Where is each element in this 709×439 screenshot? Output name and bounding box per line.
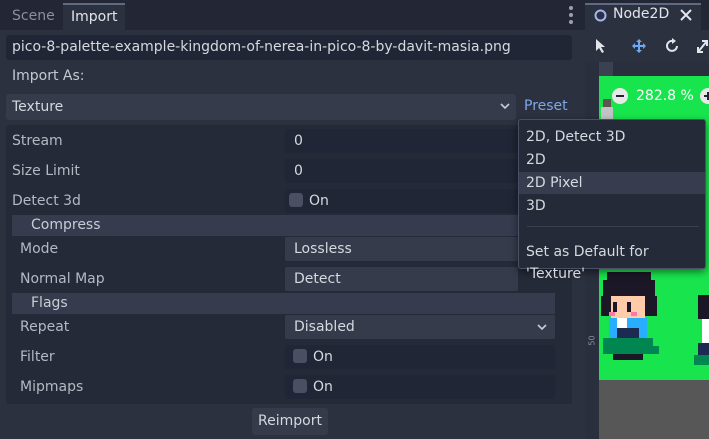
compress-section-title: Compress — [31, 217, 101, 233]
reimport-button[interactable]: Reimport — [252, 408, 328, 435]
mipmaps-label: Mipmaps — [20, 379, 84, 395]
minus-icon — [616, 95, 624, 97]
repeat-value: Disabled — [294, 319, 355, 335]
size-limit-input[interactable]: 0 — [285, 159, 518, 183]
preset-menu-item-set-default[interactable]: Set as Default for 'Texture' — [519, 241, 705, 282]
normal-map-select[interactable]: Detect — [285, 267, 518, 291]
chevron-down-icon — [537, 324, 547, 331]
zoom-in-button[interactable] — [700, 88, 709, 104]
menu-separator — [527, 226, 699, 227]
scale-tool-icon[interactable] — [696, 38, 709, 54]
chevron-down-icon — [500, 103, 510, 110]
filter-checkbox[interactable]: On — [285, 345, 555, 369]
filter-value: On — [313, 349, 333, 365]
node2d-icon — [594, 9, 607, 22]
stream-input[interactable]: 0 — [285, 129, 518, 153]
detect-3d-value: On — [309, 193, 329, 209]
preset-menu-item-2d-detect-3d[interactable]: 2D, Detect 3D — [519, 126, 705, 148]
preset-menu: 2D, Detect 3D 2D 2D Pixel 3D Set as Defa… — [518, 119, 706, 282]
checkbox-icon — [293, 349, 307, 363]
repeat-label: Repeat — [20, 319, 70, 335]
mode-select[interactable]: Lossless — [285, 237, 518, 261]
preset-menu-item-3d[interactable]: 3D — [519, 195, 705, 217]
close-icon[interactable] — [680, 9, 692, 21]
flags-section-header[interactable]: Flags — [12, 293, 555, 314]
canvas-outside-area — [599, 380, 709, 439]
rotate-tool-icon[interactable] — [665, 38, 680, 54]
pixel-character-sprite — [601, 272, 659, 360]
preset-menu-item-2d-pixel[interactable]: 2D Pixel — [519, 172, 705, 194]
import-as-label: Import As: — [12, 68, 85, 84]
zoom-out-button[interactable] — [612, 88, 628, 104]
dock-menu-icon[interactable] — [566, 5, 576, 25]
import-type-select[interactable]: Texture — [6, 94, 516, 120]
ruler-horizontal — [599, 62, 709, 76]
detect-3d-label: Detect 3d — [12, 193, 81, 209]
ruler-mark: 50 — [587, 335, 597, 346]
mode-label: Mode — [20, 241, 59, 257]
flags-section-title: Flags — [31, 295, 68, 311]
import-type-value: Texture — [12, 99, 64, 115]
compress-section-header[interactable]: Compress — [12, 215, 555, 236]
repeat-select[interactable]: Disabled — [285, 315, 555, 339]
preset-menu-item-2d[interactable]: 2D — [519, 149, 705, 171]
filter-label: Filter — [20, 349, 55, 365]
checkbox-icon — [289, 193, 303, 207]
ruler-corner — [599, 62, 613, 76]
tab-import[interactable]: Import — [63, 3, 125, 30]
pixel-character-sprite-partial — [694, 295, 709, 365]
preset-button[interactable]: Preset — [524, 98, 568, 114]
size-limit-label: Size Limit — [12, 163, 80, 179]
node2d-tab-label: Node2D — [613, 6, 670, 22]
tab-scene[interactable]: Scene — [4, 3, 59, 30]
mipmaps-checkbox[interactable]: On — [285, 375, 555, 399]
normal-map-label: Normal Map — [20, 271, 105, 287]
plus-icon — [704, 92, 709, 100]
file-name-field: pico-8-palette-example-kingdom-of-nerea-… — [6, 35, 572, 60]
stream-label: Stream — [12, 133, 63, 149]
select-tool-icon[interactable] — [594, 38, 608, 54]
zoom-reset-button[interactable]: 282.8 % — [636, 88, 694, 104]
move-tool-icon[interactable] — [631, 38, 647, 54]
mipmaps-value: On — [313, 379, 333, 395]
detect-3d-checkbox[interactable]: On — [285, 189, 518, 213]
checkbox-icon — [293, 379, 307, 393]
